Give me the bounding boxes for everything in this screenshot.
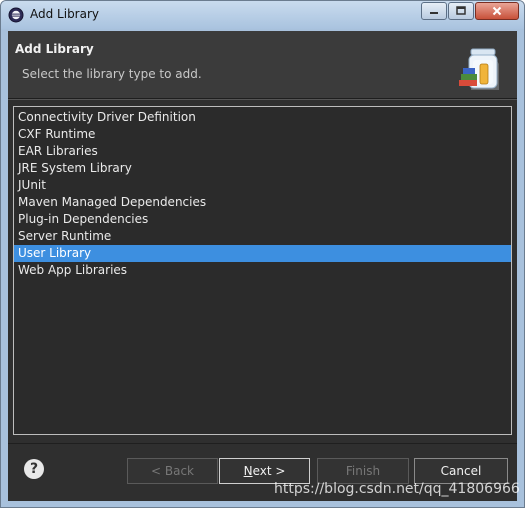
list-item[interactable]: Plug-in Dependencies xyxy=(14,211,511,228)
list-item[interactable]: Maven Managed Dependencies xyxy=(14,194,511,211)
help-icon[interactable]: ? xyxy=(24,459,44,479)
window-title: Add Library xyxy=(30,7,100,21)
watermark-text: https://blog.csdn.net/qq_41806966 xyxy=(274,481,520,497)
back-button[interactable]: < Back xyxy=(127,458,218,484)
list-item-selected[interactable]: User Library xyxy=(14,245,511,262)
minimize-icon xyxy=(430,12,438,14)
add-library-window: Add Library Add Library Select the libra… xyxy=(0,0,525,508)
maximize-icon xyxy=(456,6,466,15)
next-mnemonic: N xyxy=(243,464,253,478)
eclipse-icon xyxy=(8,7,24,23)
close-icon xyxy=(492,6,502,16)
page-subtitle: Select the library type to add. xyxy=(22,67,202,81)
dialog-body: Add Library Select the library type to a… xyxy=(8,31,517,501)
footer-separator xyxy=(8,443,517,444)
close-button[interactable] xyxy=(475,2,519,20)
maximize-button[interactable] xyxy=(448,2,474,20)
next-label: ext > xyxy=(252,464,286,478)
page-title: Add Library xyxy=(15,42,94,56)
list-item[interactable]: Web App Libraries xyxy=(14,262,511,279)
library-type-list[interactable]: Connectivity Driver Definition CXF Runti… xyxy=(13,106,512,435)
minimize-button[interactable] xyxy=(421,2,447,20)
list-item[interactable]: JRE System Library xyxy=(14,160,511,177)
list-item[interactable]: Server Runtime xyxy=(14,228,511,245)
list-item[interactable]: JUnit xyxy=(14,177,511,194)
list-item[interactable]: EAR Libraries xyxy=(14,143,511,160)
title-bar[interactable]: Add Library xyxy=(1,1,524,29)
library-jar-icon xyxy=(459,48,499,90)
window-controls xyxy=(420,2,519,20)
list-item[interactable]: Connectivity Driver Definition xyxy=(14,109,511,126)
header-separator-highlight xyxy=(8,99,517,100)
list-item[interactable]: CXF Runtime xyxy=(14,126,511,143)
dialog-header: Add Library Select the library type to a… xyxy=(8,31,517,98)
